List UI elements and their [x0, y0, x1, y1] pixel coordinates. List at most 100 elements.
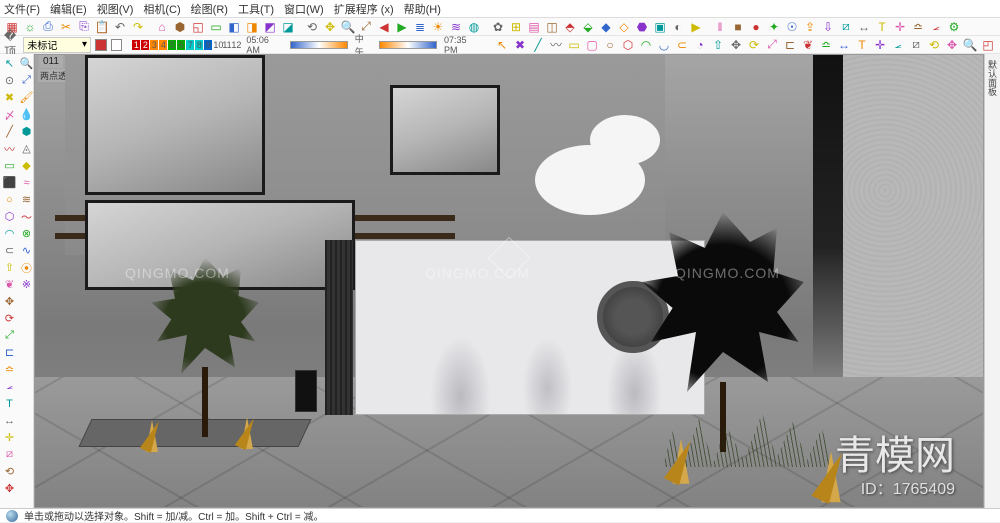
tape-tool-icon[interactable]: ≏ — [2, 362, 18, 378]
dim2-icon[interactable]: ↔ — [836, 37, 852, 53]
month-11[interactable]: 11 — [222, 40, 230, 50]
month-7[interactable]: 7 — [186, 40, 194, 50]
cam-icon[interactable]: ✦ — [766, 19, 782, 35]
move-icon[interactable]: ✥ — [728, 37, 744, 53]
geo-icon[interactable]: ⬣ — [634, 19, 650, 35]
pan2-icon[interactable]: ✥ — [944, 37, 960, 53]
menu-extensions[interactable]: 扩展程序 (x) — [334, 1, 394, 17]
layer-dropdown[interactable]: 未标记 ▾ — [23, 37, 91, 53]
select-icon[interactable]: ↖ — [494, 37, 510, 53]
month-8[interactable]: 8 — [195, 40, 203, 50]
circle-tool-icon[interactable]: ○ — [2, 192, 18, 208]
pan-icon[interactable]: ✥ — [322, 19, 338, 35]
prev-icon[interactable]: ◀ — [376, 19, 392, 35]
section-icon[interactable]: ⧄ — [838, 19, 854, 35]
month-5[interactable]: 5 — [168, 40, 176, 50]
dim-tool-icon[interactable]: ↔ — [2, 413, 18, 429]
export-icon[interactable]: ⇪ — [802, 19, 818, 35]
arc-tool-icon[interactable]: ◠ — [2, 226, 18, 242]
materials-icon[interactable]: ⬘ — [562, 19, 578, 35]
text-tool-icon[interactable]: T — [2, 396, 18, 412]
copy-icon[interactable]: ⎘ — [76, 19, 92, 35]
orbit-tool-icon[interactable]: ⟲ — [2, 464, 18, 480]
plugin1-tool-icon[interactable]: ≈ — [19, 175, 35, 191]
month-3[interactable]: 3 — [150, 40, 158, 50]
fog-icon[interactable]: ≋ — [448, 19, 464, 35]
rec-icon[interactable]: ● — [748, 19, 764, 35]
arc-icon[interactable]: ◠ — [638, 37, 654, 53]
rect2-tool-icon[interactable]: ⬛ — [2, 175, 18, 191]
components-icon[interactable]: ◫ — [544, 19, 560, 35]
freehand-icon[interactable]: 〰 — [548, 37, 564, 53]
plugin7-tool-icon[interactable]: ※ — [19, 277, 35, 293]
lasso-tool-icon[interactable]: ⊙ — [2, 73, 18, 89]
menu-edit[interactable]: 编辑(E) — [50, 1, 87, 17]
scenes-icon[interactable]: ▤ — [526, 19, 542, 35]
anim-icon[interactable]: ◐ — [670, 19, 686, 35]
line-tool-icon[interactable]: ╱ — [2, 124, 18, 140]
outliner-icon[interactable]: ⊞ — [508, 19, 524, 35]
eraser2-tool-icon[interactable]: 〆 — [2, 107, 18, 123]
xray-icon[interactable]: ◍ — [466, 19, 482, 35]
section-tool-icon[interactable]: ⧄ — [2, 447, 18, 463]
tape2-icon[interactable]: ≏ — [818, 37, 834, 53]
rrect-icon[interactable]: ▢ — [584, 37, 600, 53]
open-icon[interactable]: ☼ — [22, 19, 38, 35]
month-4[interactable]: 4 — [159, 40, 167, 50]
pushpull-tool-icon[interactable]: ⇧ — [2, 260, 18, 276]
layer-visibility-icon[interactable]: �顶 — [4, 37, 19, 53]
followme-tool-icon[interactable]: ❦ — [2, 277, 18, 293]
front-icon[interactable]: ◧ — [226, 19, 242, 35]
3dwh-icon[interactable]: ⬙ — [580, 19, 596, 35]
circle-icon[interactable]: ○ — [602, 37, 618, 53]
save-icon[interactable]: ⎙ — [40, 19, 56, 35]
eraser-icon[interactable]: ✖ — [512, 37, 528, 53]
month-6[interactable]: 6 — [177, 40, 185, 50]
zoom-win-icon[interactable]: ◰ — [980, 37, 996, 53]
month-12[interactable]: 12 — [231, 40, 239, 50]
month-2[interactable]: 2 — [141, 40, 149, 50]
dim-icon[interactable]: ↔ — [856, 19, 872, 35]
rotate-tool-icon[interactable]: ⟳ — [2, 311, 18, 327]
text-icon[interactable]: T — [874, 19, 890, 35]
solid-tool-icon[interactable]: ◆ — [19, 158, 35, 174]
date-slider[interactable] — [379, 41, 437, 49]
3arc-icon[interactable]: ⊂ — [674, 37, 690, 53]
shadow-icon[interactable]: ☀ — [430, 19, 446, 35]
eraser-tool-icon[interactable]: ✖ — [2, 90, 18, 106]
axes2-icon[interactable]: ✛ — [872, 37, 888, 53]
ext-icon[interactable]: ◆ — [598, 19, 614, 35]
3dwh-tool-icon[interactable]: ⬢ — [19, 124, 35, 140]
color-swatch-red[interactable] — [95, 39, 107, 51]
axes-tool-icon[interactable]: ✛ — [2, 430, 18, 446]
poly-tool-icon[interactable]: ⬡ — [2, 209, 18, 225]
menu-help[interactable]: 帮助(H) — [404, 1, 441, 17]
sun-icon[interactable]: ☉ — [784, 19, 800, 35]
model-info-icon[interactable]: ⬢ — [172, 19, 188, 35]
sample-tool-icon[interactable]: 💧 — [19, 107, 35, 123]
menu-file[interactable]: 文件(F) — [4, 1, 40, 17]
menu-draw[interactable]: 绘图(R) — [191, 1, 228, 17]
undo-icon[interactable]: ↶ — [112, 19, 128, 35]
play-icon[interactable]: ▶ — [688, 19, 704, 35]
text2-icon[interactable]: T — [854, 37, 870, 53]
month-1[interactable]: 1 — [132, 40, 140, 50]
offset-icon[interactable]: ⊏ — [782, 37, 798, 53]
img-icon[interactable]: ▣ — [652, 19, 668, 35]
orbit-icon[interactable]: ⟲ — [304, 19, 320, 35]
scale-tool-icon[interactable]: ⤢ — [2, 328, 18, 344]
section2-icon[interactable]: ⧄ — [908, 37, 924, 53]
axes-icon[interactable]: ✛ — [892, 19, 908, 35]
pie-icon[interactable]: ◔ — [692, 37, 708, 53]
protractor2-icon[interactable]: ⦟ — [890, 37, 906, 53]
select-tool-icon[interactable]: ↖ — [2, 56, 18, 72]
stop-icon[interactable]: ■ — [730, 19, 746, 35]
plugin4-tool-icon[interactable]: ⊗ — [19, 226, 35, 242]
line-icon[interactable]: ╱ — [530, 37, 546, 53]
pause-icon[interactable]: ‖ — [712, 19, 728, 35]
plugin6-tool-icon[interactable]: ⦿ — [19, 260, 35, 276]
redo-icon[interactable]: ↷ — [130, 19, 146, 35]
zoom-icon[interactable]: 🔍 — [340, 19, 356, 35]
shadow-timeline[interactable]: 123456789101112 — [132, 40, 239, 50]
ruby-icon[interactable]: ◇ — [616, 19, 632, 35]
